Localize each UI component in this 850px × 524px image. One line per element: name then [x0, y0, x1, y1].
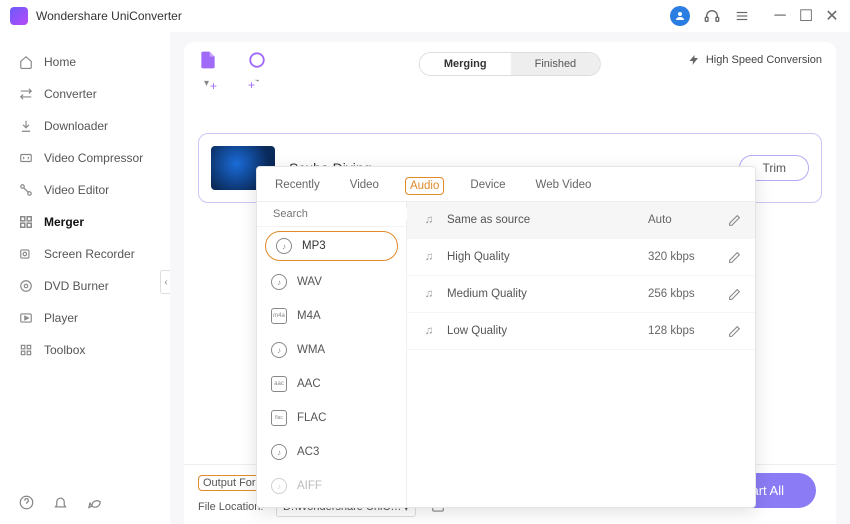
titlebar: Wondershare UniConverter ─ ☐ ✕ [0, 0, 850, 32]
sidebar-item-label: Video Editor [44, 183, 109, 197]
app-logo-icon [10, 7, 28, 25]
home-icon [18, 54, 34, 70]
format-m4a[interactable]: m4aM4A [257, 299, 406, 333]
edit-preset-icon[interactable] [728, 325, 741, 338]
tab-recently[interactable]: Recently [271, 177, 324, 195]
audio-format-icon: ♪ [271, 478, 287, 494]
tab-webvideo[interactable]: Web Video [532, 177, 596, 195]
format-search[interactable] [257, 202, 406, 227]
headset-icon[interactable] [704, 8, 720, 24]
audio-format-icon: flac [271, 410, 287, 426]
player-icon [18, 310, 34, 326]
help-icon[interactable] [18, 494, 34, 510]
format-popup: Recently Video Audio Device Web Video ♪M… [256, 166, 756, 508]
quality-list: ♫ Same as source Auto ♫ High Quality 320… [407, 202, 755, 507]
format-ac3[interactable]: ♪AC3 [257, 435, 406, 469]
sidebar-item-compressor[interactable]: Video Compressor [0, 142, 170, 174]
audio-format-icon: ♪ [276, 238, 292, 254]
format-mp3[interactable]: ♪MP3 [265, 231, 398, 261]
sidebar-item-label: DVD Burner [44, 279, 109, 293]
dvd-icon [18, 278, 34, 294]
status-segmented: Merging Finished [419, 52, 601, 76]
seg-finished[interactable]: Finished [511, 53, 601, 75]
minimize-button[interactable]: ─ [772, 8, 788, 24]
app-title: Wondershare UniConverter [36, 9, 670, 23]
merger-icon [18, 214, 34, 230]
sidebar-item-label: Video Compressor [44, 151, 143, 165]
sidebar-item-label: Converter [44, 87, 97, 101]
search-input[interactable] [273, 208, 415, 220]
music-icon: ♫ [421, 249, 437, 265]
sidebar-item-player[interactable]: Player [0, 302, 170, 334]
audio-format-icon: ♪ [271, 342, 287, 358]
quality-high[interactable]: ♫ High Quality 320 kbps [407, 239, 755, 276]
recorder-icon [18, 246, 34, 262]
close-button[interactable]: ✕ [824, 8, 840, 24]
maximize-button[interactable]: ☐ [798, 8, 814, 24]
sidebar-item-recorder[interactable]: Screen Recorder [0, 238, 170, 270]
sidebar-item-label: Home [44, 55, 76, 69]
sidebar-item-converter[interactable]: Converter [0, 78, 170, 110]
sidebar-item-label: Downloader [44, 119, 108, 133]
edit-preset-icon[interactable] [728, 288, 741, 301]
main-area: +▾ +▾ Merging Finished High Speed Conver… [170, 32, 850, 524]
bell-icon[interactable] [52, 494, 68, 510]
edit-preset-icon[interactable] [728, 214, 741, 227]
audio-format-icon: aac [271, 376, 287, 392]
editor-icon [18, 182, 34, 198]
toolbox-icon [18, 342, 34, 358]
feedback-icon[interactable] [86, 494, 102, 510]
sidebar-item-dvd[interactable]: DVD Burner [0, 270, 170, 302]
quality-low[interactable]: ♫ Low Quality 128 kbps [407, 313, 755, 350]
music-icon: ♫ [421, 212, 437, 228]
format-list: ♪MP3 ♪WAV m4aM4A ♪WMA aacAAC flacFLAC ♪A… [257, 202, 407, 507]
audio-format-icon: ♪ [271, 444, 287, 460]
add-file-button[interactable]: +▾ [198, 50, 218, 91]
sidebar-item-home[interactable]: Home [0, 46, 170, 78]
menu-icon[interactable] [734, 8, 750, 24]
user-avatar[interactable] [670, 6, 690, 26]
sidebar-item-editor[interactable]: Video Editor [0, 174, 170, 206]
sidebar-item-label: Screen Recorder [44, 247, 135, 261]
tab-audio[interactable]: Audio [405, 177, 444, 195]
format-aiff[interactable]: ♪AIFF [257, 469, 406, 503]
edit-preset-icon[interactable] [728, 251, 741, 264]
quality-medium[interactable]: ♫ Medium Quality 256 kbps [407, 276, 755, 313]
music-icon: ♫ [421, 286, 437, 302]
downloader-icon [18, 118, 34, 134]
sidebar-item-label: Merger [44, 215, 84, 229]
tab-video[interactable]: Video [346, 177, 383, 195]
seg-merging[interactable]: Merging [420, 53, 511, 75]
sidebar-item-toolbox[interactable]: Toolbox [0, 334, 170, 366]
sidebar-item-merger[interactable]: Merger [0, 206, 170, 238]
quality-same-as-source[interactable]: ♫ Same as source Auto [407, 202, 755, 239]
music-icon: ♫ [421, 323, 437, 339]
format-flac[interactable]: flacFLAC [257, 401, 406, 435]
compressor-icon [18, 150, 34, 166]
sidebar-item-downloader[interactable]: Downloader [0, 110, 170, 142]
sidebar: Home Converter Downloader Video Compress… [0, 32, 170, 524]
format-aac[interactable]: aacAAC [257, 367, 406, 401]
high-speed-toggle[interactable]: High Speed Conversion [688, 54, 822, 66]
format-wma[interactable]: ♪WMA [257, 333, 406, 367]
tab-device[interactable]: Device [466, 177, 509, 195]
format-wav[interactable]: ♪WAV [257, 265, 406, 299]
converter-icon [18, 86, 34, 102]
sidebar-item-label: Player [44, 311, 78, 325]
audio-format-icon: ♪ [271, 274, 287, 290]
sidebar-item-label: Toolbox [44, 343, 85, 357]
audio-format-icon: m4a [271, 308, 287, 324]
add-url-button[interactable]: +▾ [248, 51, 266, 90]
